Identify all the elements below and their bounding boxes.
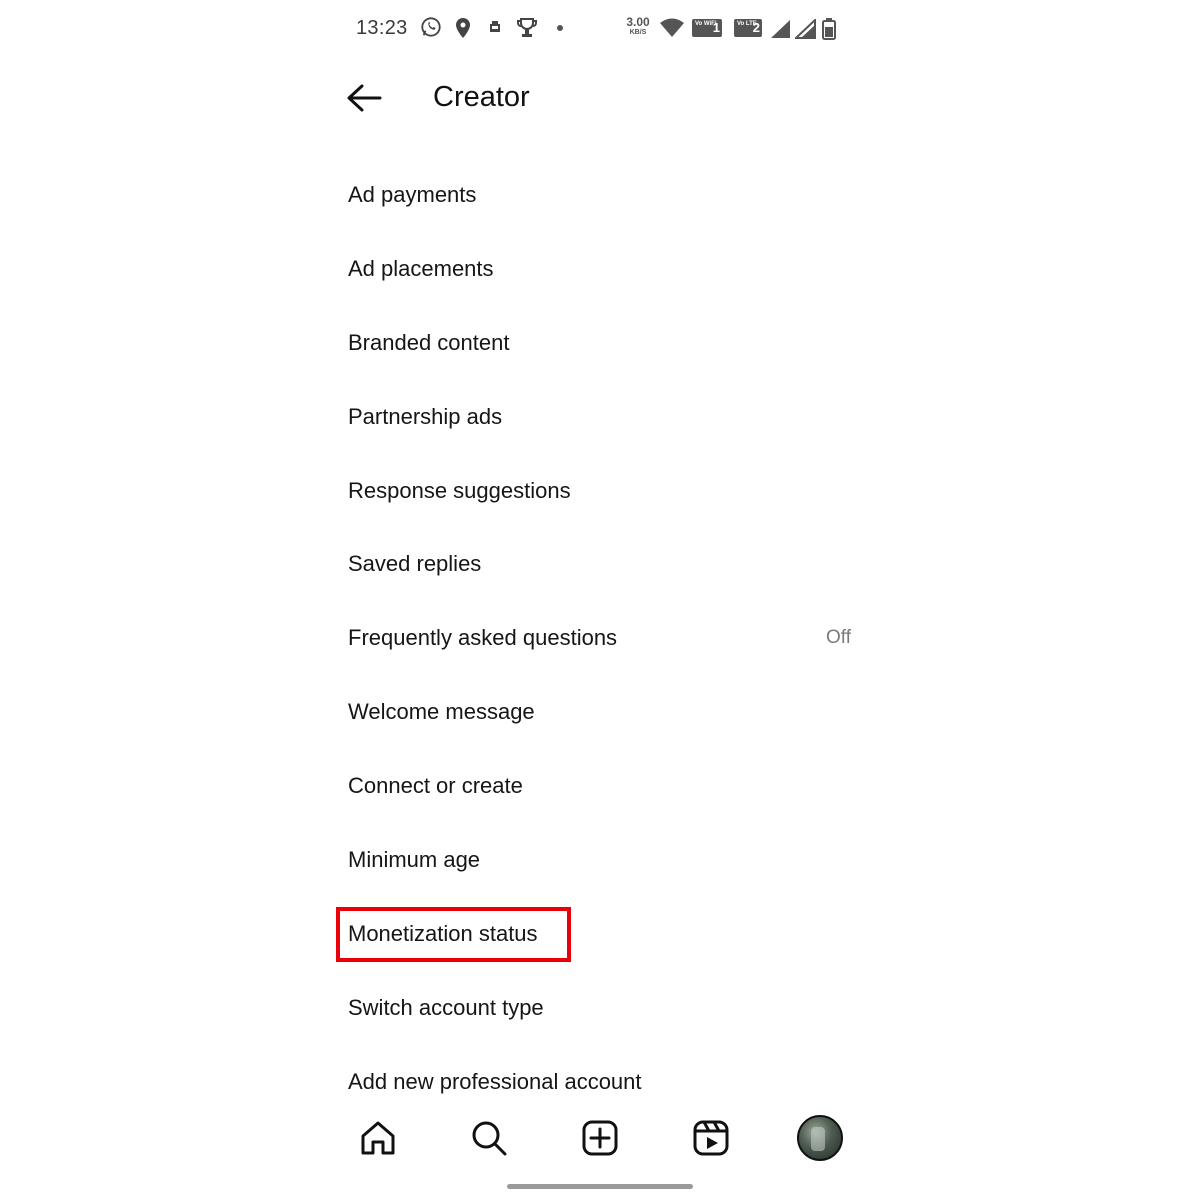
menu-item-label: Switch account type (348, 994, 544, 1020)
menu-item-label: Saved replies (348, 551, 482, 577)
menu-item-status: Off (826, 627, 851, 649)
menu-item-add-new-professional-account[interactable]: Add new professional account (330, 1045, 870, 1119)
vowifi-badge: Vo WiFi 1 (692, 19, 722, 37)
menu-item-ad-placements[interactable]: Ad placements (330, 232, 870, 306)
notification-icon (488, 20, 502, 39)
bottom-navigation (330, 1110, 870, 1166)
trophy-icon (515, 16, 539, 45)
create-icon (582, 1120, 618, 1156)
menu-item-response-suggestions[interactable]: Response suggestions (330, 454, 870, 528)
menu-item-welcome-message[interactable]: Welcome message (330, 675, 870, 749)
notification-dot (557, 25, 563, 31)
home-icon (361, 1121, 395, 1155)
nav-search-button[interactable] (465, 1114, 513, 1162)
reels-icon (693, 1120, 729, 1156)
menu-item-label: Minimum age (348, 846, 481, 872)
settings-menu-list: Ad payments Ad placements Branded conten… (330, 158, 870, 1119)
menu-item-switch-account-type[interactable]: Switch account type (330, 971, 870, 1045)
menu-item-label: Connect or create (348, 773, 523, 799)
menu-item-ad-payments[interactable]: Ad payments (330, 158, 870, 232)
whatsapp-icon (420, 16, 442, 43)
menu-item-minimum-age[interactable]: Minimum age (330, 823, 870, 897)
menu-item-monetization-status[interactable]: Monetization status (330, 897, 870, 971)
search-icon (472, 1121, 507, 1156)
signal-icon (770, 19, 792, 44)
back-button[interactable] (344, 78, 384, 118)
arrow-left-icon (347, 84, 382, 112)
location-pin-icon (453, 16, 473, 45)
menu-item-label: Monetization status (348, 920, 538, 946)
menu-item-branded-content[interactable]: Branded content (330, 306, 870, 380)
screen: 13:23 3.00 KB/S Vo WiFi 1 Vo LTE 2 Creat… (0, 0, 1200, 1200)
nav-create-button[interactable] (576, 1114, 624, 1162)
status-time: 13:23 (356, 17, 408, 39)
menu-item-label: Ad payments (348, 181, 477, 207)
menu-item-label: Welcome message (348, 699, 535, 725)
wifi-icon (659, 18, 685, 43)
header: Creator (330, 70, 870, 126)
menu-item-saved-replies[interactable]: Saved replies (330, 527, 870, 601)
network-speed: 3.00 KB/S (626, 15, 650, 36)
menu-item-partnership-ads[interactable]: Partnership ads (330, 380, 870, 454)
nav-profile-button[interactable] (796, 1114, 844, 1162)
volte-badge: Vo LTE 2 (734, 19, 762, 37)
nav-reels-button[interactable] (687, 1114, 735, 1162)
menu-item-label: Add new professional account (348, 1068, 642, 1094)
menu-item-label: Branded content (348, 329, 510, 355)
home-indicator[interactable] (507, 1184, 693, 1189)
battery-icon (822, 18, 836, 45)
nav-home-button[interactable] (354, 1114, 402, 1162)
menu-item-label: Frequently asked questions (348, 625, 618, 651)
status-bar: 13:23 3.00 KB/S Vo WiFi 1 Vo LTE 2 (330, 8, 850, 48)
menu-item-label: Response suggestions (348, 477, 571, 503)
menu-item-label: Partnership ads (348, 403, 503, 429)
menu-item-label: Ad placements (348, 255, 494, 281)
profile-avatar (797, 1115, 843, 1161)
menu-item-frequently-asked-questions[interactable]: Frequently asked questions Off (330, 601, 870, 675)
signal-icon (793, 17, 817, 44)
page-title: Creator (433, 81, 530, 113)
menu-item-connect-or-create[interactable]: Connect or create (330, 749, 870, 823)
